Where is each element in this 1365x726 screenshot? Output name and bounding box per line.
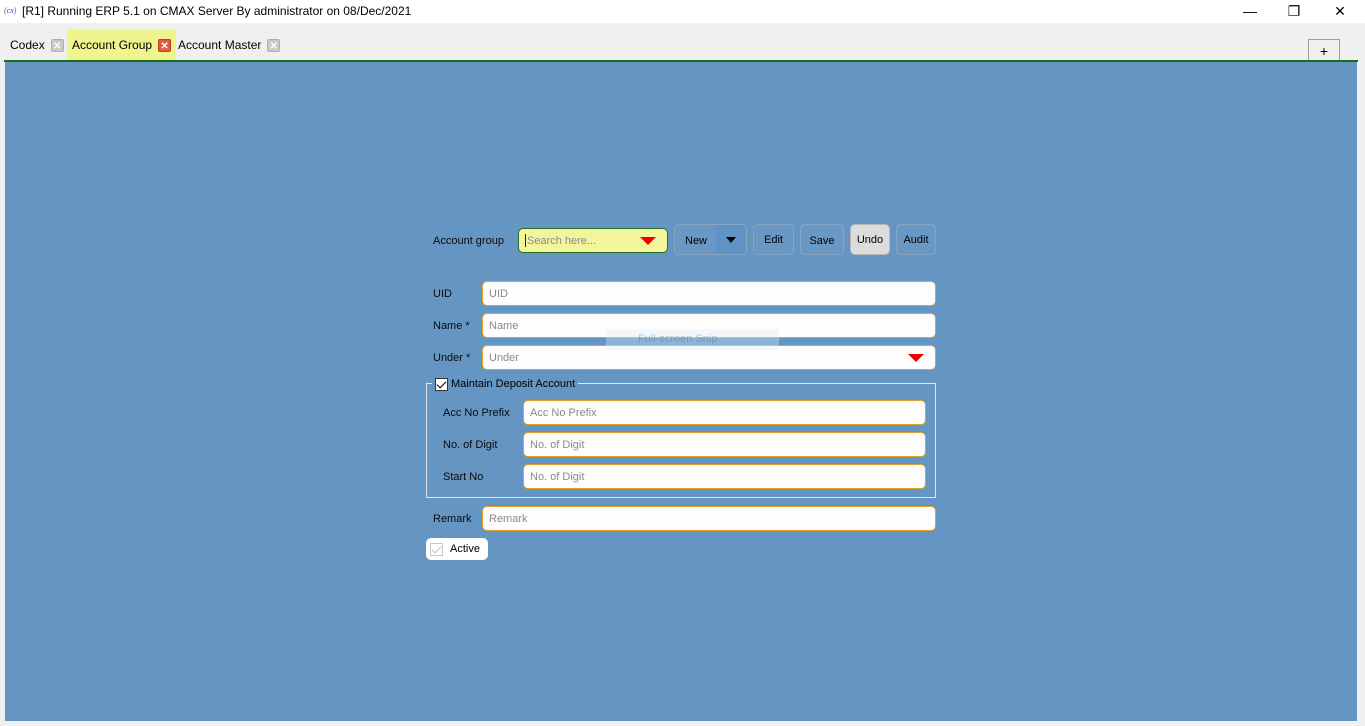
acc-no-prefix-placeholder: Acc No Prefix [530,406,597,419]
start-no-label: Start No [443,471,484,483]
tab-close-icon[interactable]: ✕ [158,38,172,52]
remark-input[interactable]: Remark [482,506,936,531]
start-no-input[interactable]: No. of Digit [523,464,926,489]
new-button[interactable]: New [674,224,747,255]
restore-button[interactable]: ❐ [1271,0,1317,22]
uid-label: UID [433,288,452,300]
maintain-deposit-label: Maintain Deposit Account [451,378,576,390]
name-label: Name * [433,320,470,332]
checkbox-checked-icon[interactable] [430,542,443,556]
edit-button[interactable]: Edit [753,224,794,255]
minimize-icon: — [1243,3,1257,19]
checkbox-checked-icon[interactable] [435,377,448,391]
under-label: Under * [433,352,471,364]
active-label: Active [450,543,480,555]
new-label: New [685,235,708,247]
close-icon: ✕ [1334,2,1346,19]
tab-account-group[interactable]: Account Group ✕ [67,29,177,61]
close-window-button[interactable]: ✕ [1317,0,1363,22]
account-group-label: Account group [433,235,504,247]
remark-label: Remark [433,513,472,525]
dropdown-arrow-icon[interactable] [908,354,924,362]
tab-label: Account Group [72,38,153,52]
add-tab-button[interactable]: + [1308,39,1340,61]
active-checkbox[interactable]: Active [426,538,488,560]
app-logo-icon: cx [4,6,16,15]
tab-label: Account Master [178,38,262,52]
snip-overlay: Full-screen Snip [606,329,779,350]
account-group-search-input[interactable]: Search here... [518,228,668,253]
new-dropdown-arrow-icon[interactable] [716,225,746,254]
tab-close-icon[interactable]: ✕ [50,38,64,52]
restore-icon: ❐ [1287,2,1301,19]
save-button[interactable]: Save [800,224,844,255]
search-placeholder: Search here... [527,234,597,247]
minimize-button[interactable]: — [1227,0,1273,22]
no-of-digit-label: No. of Digit [443,439,498,451]
tab-codex[interactable]: Codex ✕ [5,29,69,61]
no-of-digit-placeholder: No. of Digit [530,438,585,451]
audit-button[interactable]: Audit [896,224,936,255]
undo-button[interactable]: Undo [850,224,890,255]
dropdown-arrow-icon[interactable] [640,237,656,245]
tab-close-icon[interactable]: ✕ [267,38,281,52]
uid-placeholder: UID [489,287,508,300]
text-cursor [525,234,526,247]
name-placeholder: Name [489,319,519,332]
tab-bar: Codex ✕ Account Group ✕ Account Master ✕ [0,23,1365,61]
title-bar: cx [R1] Running ERP 5.1 on CMAX Server B… [0,0,1365,23]
start-no-placeholder: No. of Digit [530,470,585,483]
tab-account-master[interactable]: Account Master ✕ [173,29,285,61]
acc-no-prefix-label: Acc No Prefix [443,407,510,419]
maintain-deposit-checkbox[interactable]: Maintain Deposit Account [432,376,579,392]
uid-input[interactable]: UID [482,281,936,306]
no-of-digit-input[interactable]: No. of Digit [523,432,926,457]
tab-label: Codex [10,38,45,52]
acc-no-prefix-input[interactable]: Acc No Prefix [523,400,926,425]
remark-placeholder: Remark [489,512,528,525]
window-title: [R1] Running ERP 5.1 on CMAX Server By a… [22,4,412,18]
under-placeholder: Under [489,351,519,364]
